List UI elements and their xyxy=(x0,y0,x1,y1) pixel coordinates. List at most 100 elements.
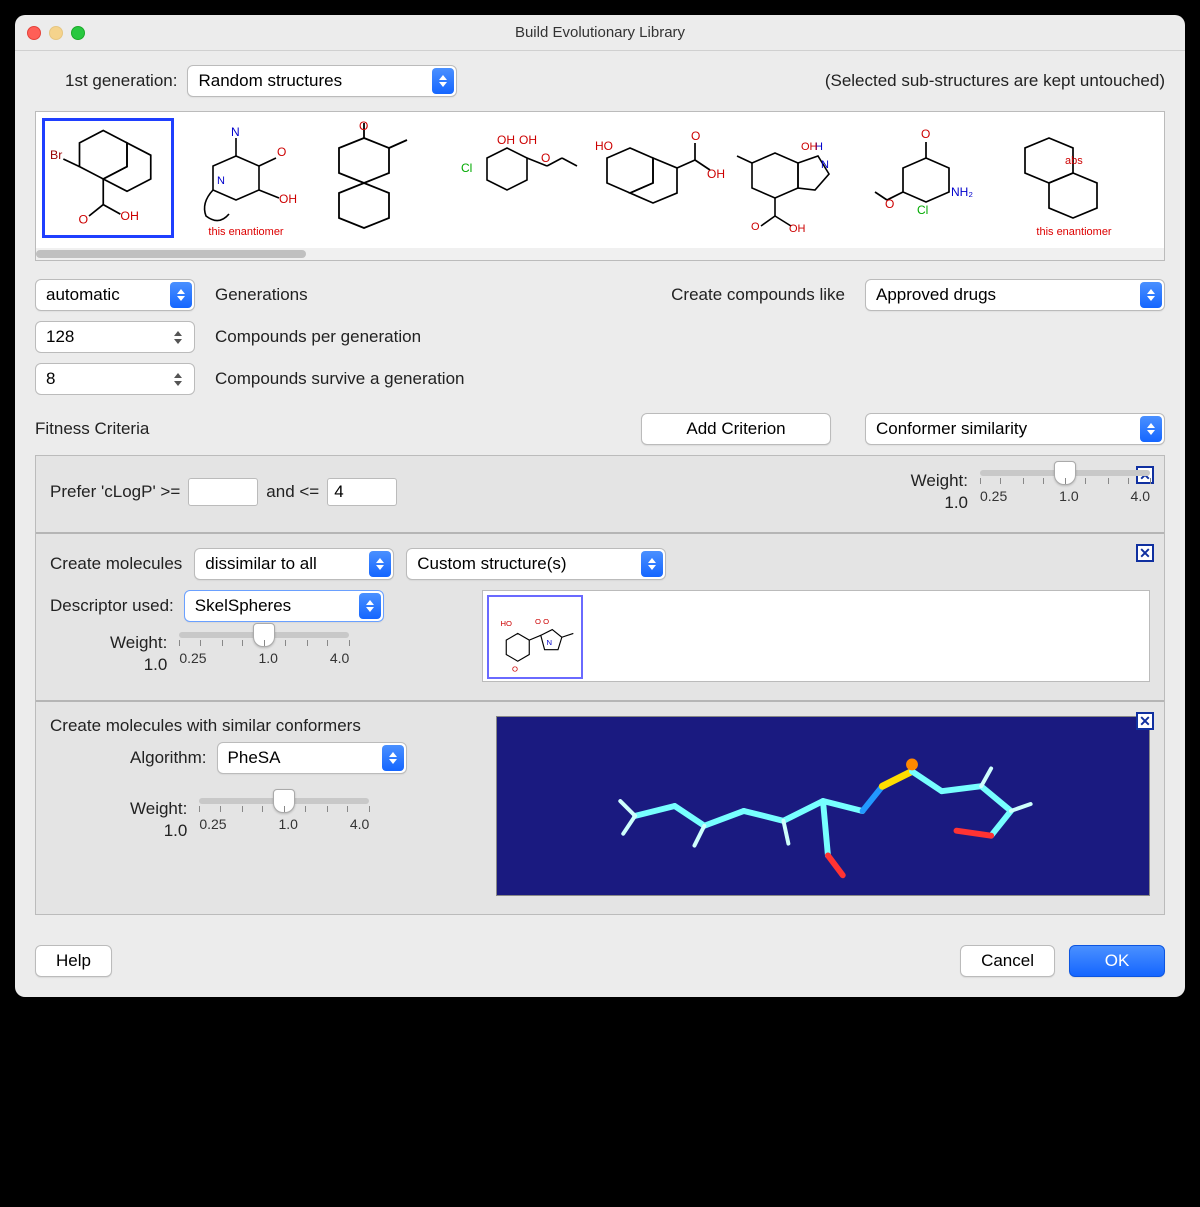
structure-gallery[interactable]: Br O OH N O xyxy=(35,111,1165,261)
create-molecules-label: Create molecules xyxy=(50,554,182,574)
svg-text:Br: Br xyxy=(50,148,62,162)
compounds-like-value: Approved drugs xyxy=(865,279,1165,311)
structure-thumbnail[interactable]: Br O OH xyxy=(42,118,174,238)
cancel-button[interactable]: Cancel xyxy=(960,945,1055,977)
svg-text:N: N xyxy=(217,175,225,187)
weight-label: Weight: xyxy=(911,470,968,492)
titlebar: Build Evolutionary Library xyxy=(15,15,1185,51)
first-generation-label: 1st generation: xyxy=(65,71,177,91)
ok-button[interactable]: OK xyxy=(1069,945,1165,977)
structure-thumbnail[interactable]: Cl OH OH O xyxy=(456,118,588,238)
close-icon[interactable]: ✕ xyxy=(1136,712,1154,730)
svg-text:O: O xyxy=(359,119,368,133)
chevron-updown-icon xyxy=(359,593,381,619)
svg-text:OH: OH xyxy=(519,133,537,147)
compounds-like-label: Create compounds like xyxy=(671,285,845,305)
svg-text:OH: OH xyxy=(789,223,806,235)
reference-structure-box[interactable]: HO O O N O xyxy=(482,590,1150,682)
weight-value: 1.0 xyxy=(911,492,968,514)
stepper-icon xyxy=(174,324,190,350)
compounds-per-gen-input[interactable]: 128 xyxy=(35,321,195,353)
substructure-note: (Selected sub-structures are kept untouc… xyxy=(825,71,1165,91)
generations-select[interactable]: automatic xyxy=(35,279,195,311)
generation-row: 1st generation: Random structures (Selec… xyxy=(35,65,1165,97)
svg-text:O: O xyxy=(541,151,550,165)
reference-structure-thumb[interactable]: HO O O N O xyxy=(487,595,583,679)
structure-thumbnail[interactable]: H N OH O OH xyxy=(732,118,864,238)
algorithm-select[interactable]: PheSA xyxy=(217,742,407,774)
weight-value: 1.0 xyxy=(110,654,167,676)
chevron-updown-icon xyxy=(1140,282,1162,308)
descriptor-select[interactable]: SkelSpheres xyxy=(184,590,384,622)
tick-mid: 1.0 xyxy=(1059,488,1078,504)
conformer-3d-viewer[interactable] xyxy=(496,716,1150,896)
weight-slider[interactable] xyxy=(199,798,369,804)
svg-text:O: O xyxy=(79,213,89,227)
svg-text:N: N xyxy=(547,638,553,647)
svg-text:OH: OH xyxy=(707,167,725,181)
structure-thumbnail[interactable]: O O Cl NH₂ xyxy=(870,118,1002,238)
fitness-header: Fitness Criteria Add Criterion Conformer… xyxy=(35,413,1165,445)
svg-text:OH: OH xyxy=(279,192,297,206)
close-icon[interactable]: ✕ xyxy=(1136,544,1154,562)
compounds-like-select[interactable]: Approved drugs xyxy=(865,279,1165,311)
structure-thumbnail[interactable]: abs this enantiomer xyxy=(1008,118,1140,238)
chevron-updown-icon xyxy=(641,551,663,577)
compounds-per-gen-value: 128 xyxy=(46,327,74,347)
svg-text:HO: HO xyxy=(501,619,513,628)
weight-label: Weight: xyxy=(130,798,187,820)
svg-text:O O: O O xyxy=(535,617,549,626)
svg-text:OH: OH xyxy=(120,209,139,223)
clogp-max-input[interactable]: 4 xyxy=(327,478,397,506)
structure-thumbnail[interactable]: O xyxy=(318,118,450,238)
fitness-heading: Fitness Criteria xyxy=(35,419,149,439)
tick-max: 4.0 xyxy=(330,650,349,666)
gallery-scrollbar[interactable] xyxy=(36,248,1164,260)
compounds-per-gen-label: Compounds per generation xyxy=(215,327,421,347)
chevron-updown-icon xyxy=(1140,416,1162,442)
conformer-create-label: Create molecules with similar conformers xyxy=(50,716,480,736)
svg-text:OH: OH xyxy=(497,133,515,147)
similarity-mode-select[interactable]: dissimilar to all xyxy=(194,548,394,580)
similarity-source-select[interactable]: Custom structure(s) xyxy=(406,548,666,580)
survive-input[interactable]: 8 xyxy=(35,363,195,395)
prefer-label: Prefer 'cLogP' >= xyxy=(50,482,180,502)
tick-max: 4.0 xyxy=(1131,488,1150,504)
add-criterion-button[interactable]: Add Criterion xyxy=(641,413,831,445)
window: Build Evolutionary Library 1st generatio… xyxy=(15,15,1185,997)
criterion-type-select[interactable]: Conformer similarity xyxy=(865,413,1165,445)
structure-thumbnail[interactable]: HO O OH xyxy=(594,118,726,238)
weight-control: Weight: 1.0 xyxy=(911,470,1150,514)
survive-label: Compounds survive a generation xyxy=(215,369,464,389)
criteria-panel: ✕ Prefer 'cLogP' >= and <= 4 Weight: 1.0 xyxy=(35,455,1165,915)
generations-label: Generations xyxy=(215,285,308,305)
weight-slider[interactable] xyxy=(179,632,349,638)
svg-text:NH₂: NH₂ xyxy=(951,185,973,199)
descriptor-value: SkelSpheres xyxy=(184,590,384,622)
help-button[interactable]: Help xyxy=(35,945,112,977)
tick-min: 0.25 xyxy=(199,816,226,832)
svg-text:O: O xyxy=(277,145,286,159)
and-label: and <= xyxy=(266,482,319,502)
svg-text:O: O xyxy=(512,665,518,674)
tick-max: 4.0 xyxy=(350,816,369,832)
scrollbar-thumb[interactable] xyxy=(36,250,306,258)
window-title: Build Evolutionary Library xyxy=(15,24,1185,41)
first-generation-select[interactable]: Random structures xyxy=(187,65,457,97)
chevron-updown-icon xyxy=(170,282,192,308)
weight-slider[interactable] xyxy=(980,470,1150,476)
weight-control: Weight: 1.0 xyxy=(110,632,470,676)
structure-thumbnail[interactable]: N O OH N this enantiomer xyxy=(180,118,312,238)
svg-text:O: O xyxy=(885,197,894,211)
weight-label: Weight: xyxy=(110,632,167,654)
svg-text:N: N xyxy=(231,125,240,139)
criterion-conformer: ✕ Create molecules with similar conforme… xyxy=(36,702,1164,914)
criterion-type-value: Conformer similarity xyxy=(865,413,1165,445)
clogp-min-input[interactable] xyxy=(188,478,258,506)
chevron-updown-icon xyxy=(369,551,391,577)
dialog-footer: Help Cancel OK xyxy=(35,945,1165,977)
svg-text:O: O xyxy=(921,127,930,141)
svg-text:O: O xyxy=(751,221,760,233)
svg-text:Cl: Cl xyxy=(917,203,928,217)
first-generation-value: Random structures xyxy=(187,65,457,97)
